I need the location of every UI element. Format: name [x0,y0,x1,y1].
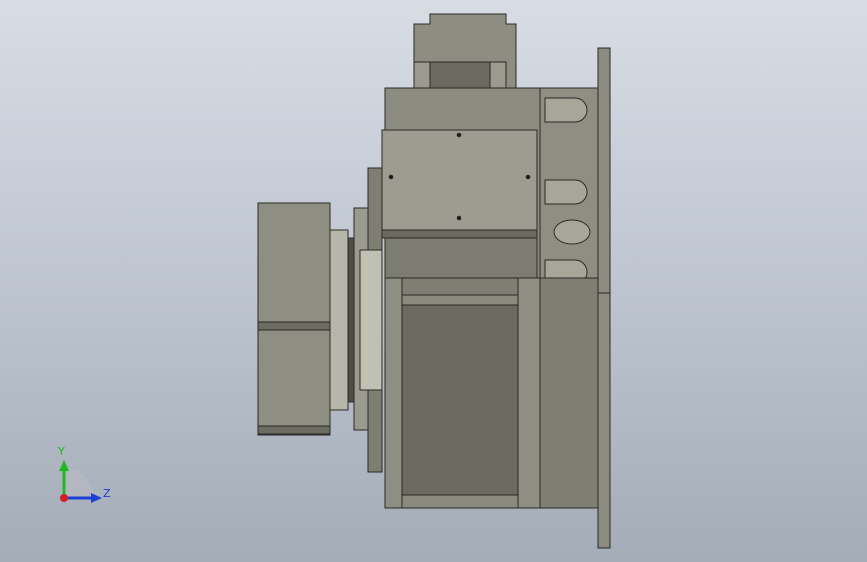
z-axis-label: Z [103,487,111,500]
y-axis-label: Y [57,445,65,458]
z-axis-arrowhead [91,493,102,503]
cad-viewport[interactable]: Y Z [0,0,867,562]
x-axis-point [60,494,68,502]
triad-plane [64,468,94,498]
orientation-triad[interactable]: Y Z [0,0,867,562]
y-axis-arrowhead [59,460,69,471]
